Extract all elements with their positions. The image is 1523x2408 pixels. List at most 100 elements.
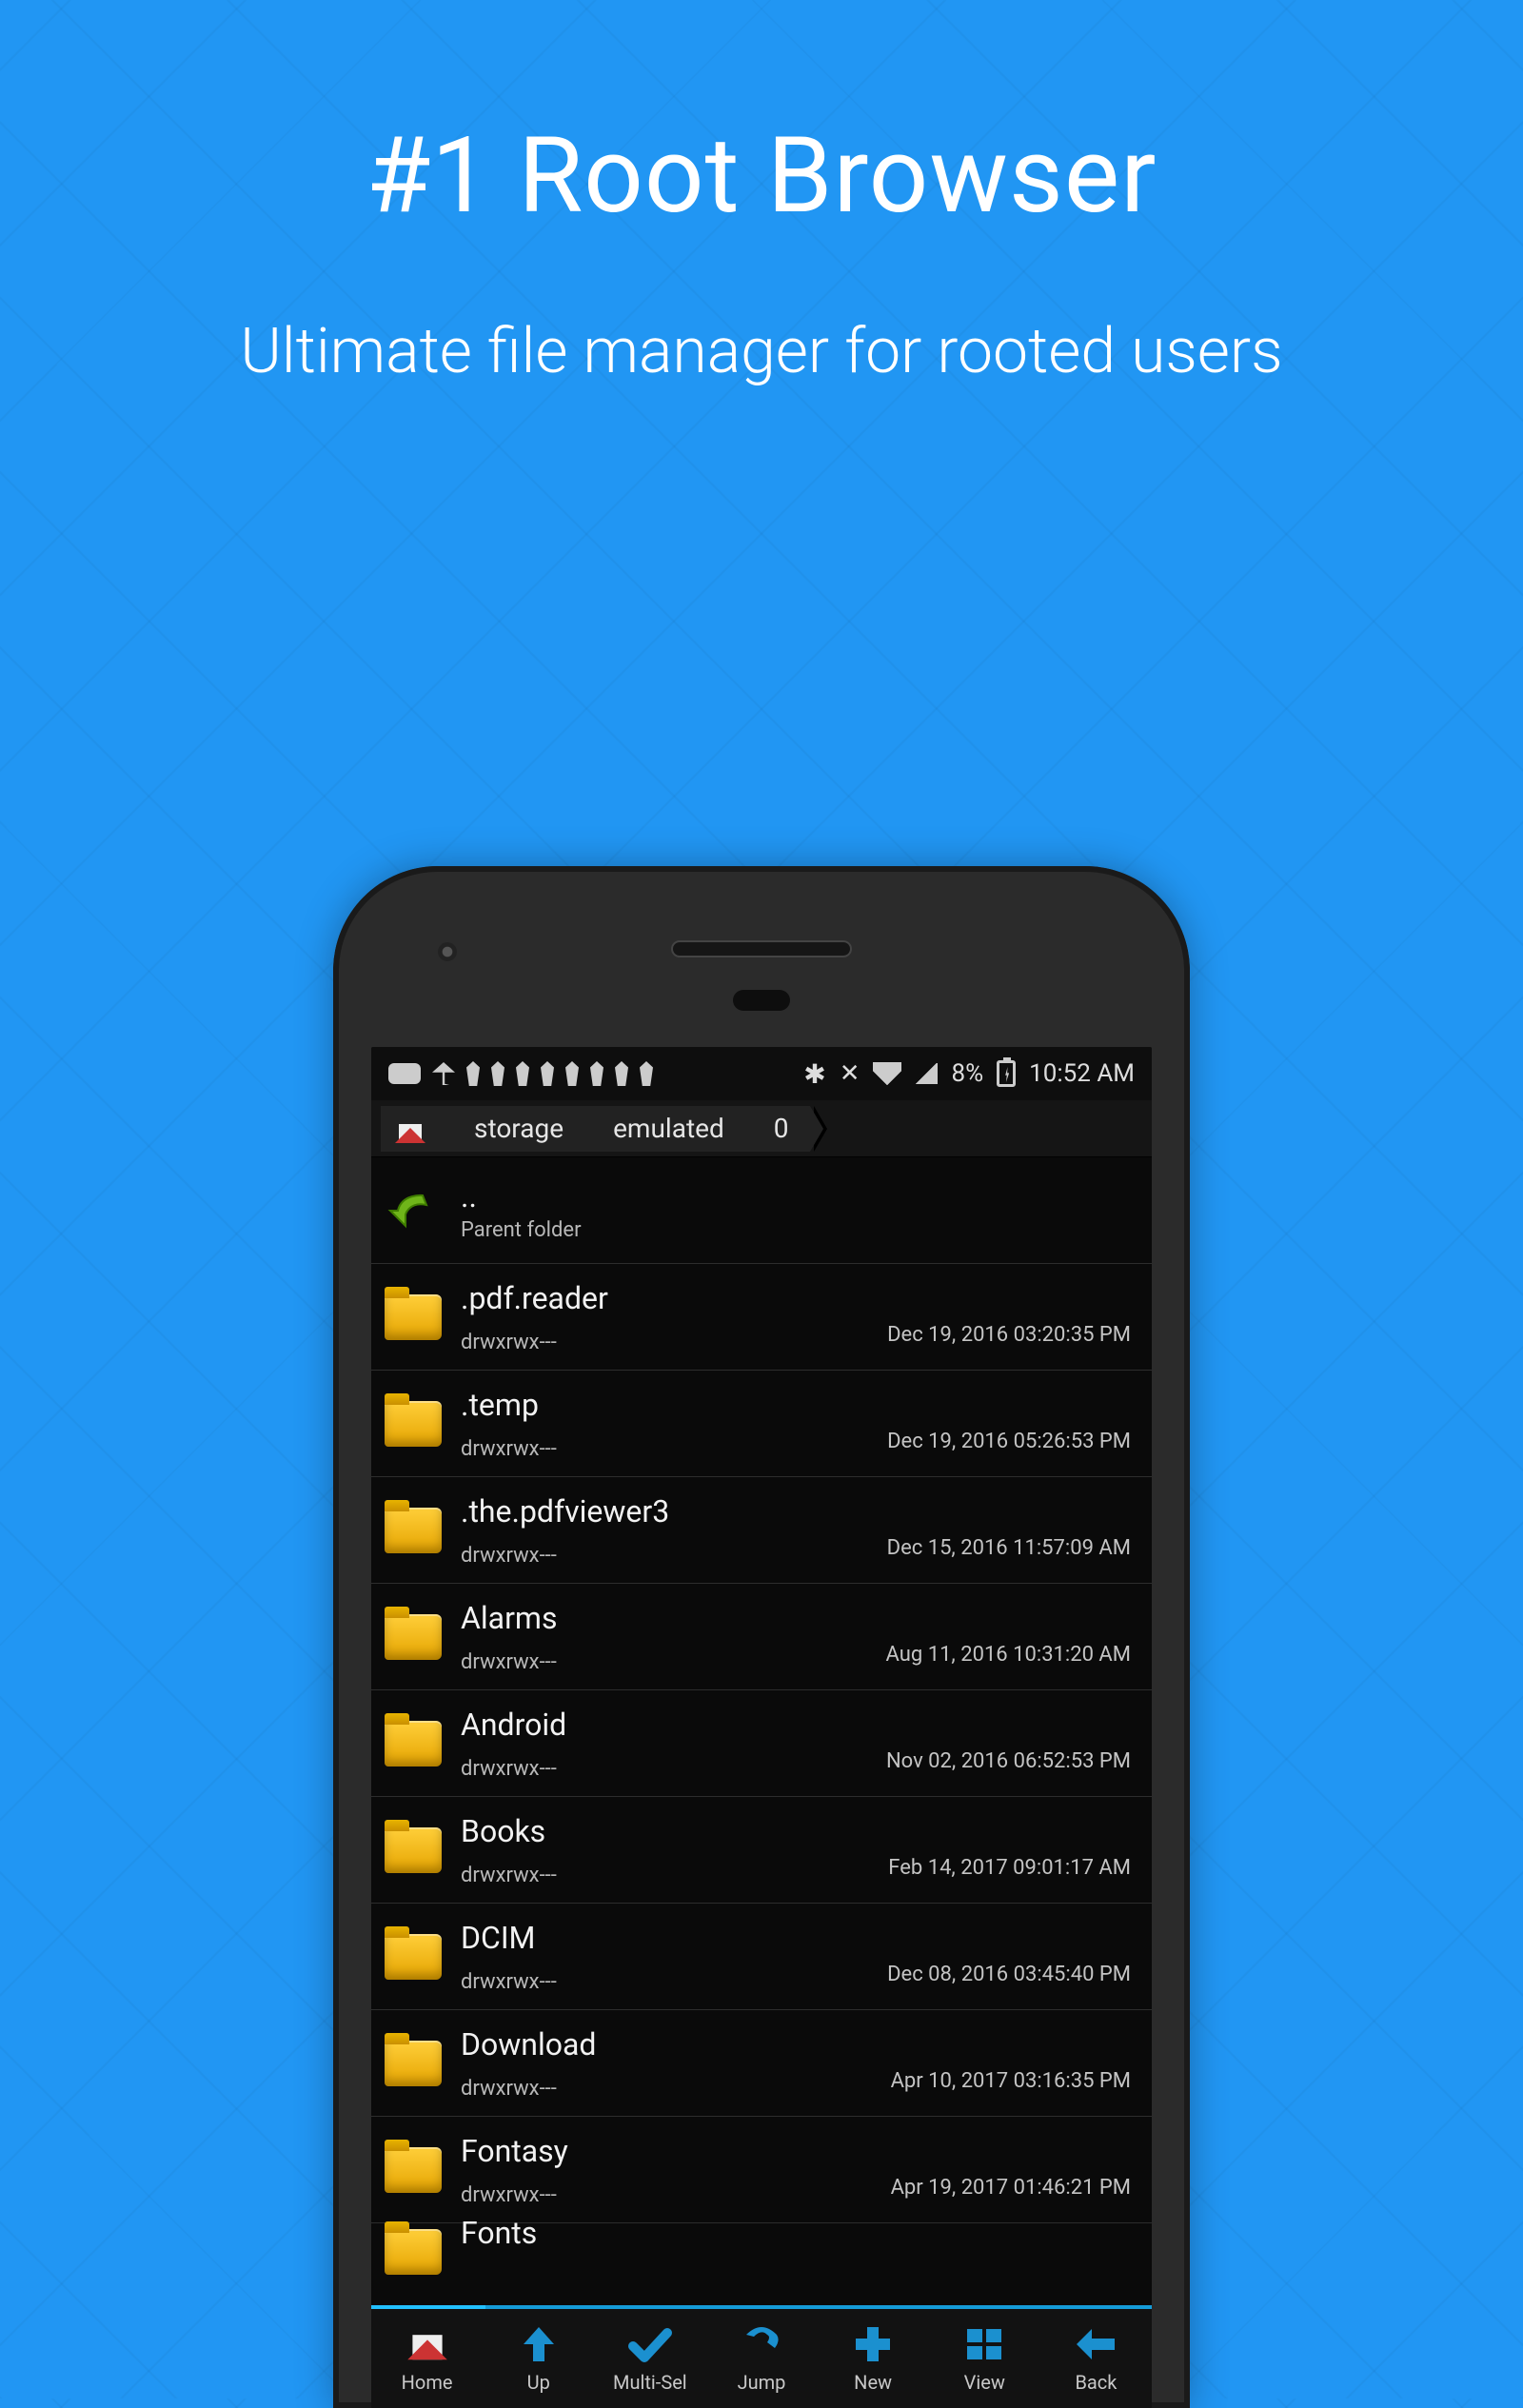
folder-date: Apr 19, 2017 01:46:21 PM (891, 2176, 1131, 2200)
folder-date: Feb 14, 2017 09:01:17 AM (888, 1856, 1131, 1880)
grid-icon (961, 2323, 1007, 2365)
toolbar-label: Multi-Sel (613, 2371, 687, 2394)
parent-folder-row[interactable]: .. Parent folder (371, 1157, 1152, 1264)
notification-app-icon (615, 1061, 628, 1086)
bluetooth-icon: ✱ (803, 1058, 825, 1090)
bottom-toolbar: Home Up Multi-Sel Jump New View (371, 2305, 1152, 2408)
folder-row[interactable]: .temp drwxrwx--- Dec 19, 2016 05:26:53 P… (371, 1371, 1152, 1477)
folder-icon (385, 1827, 442, 1873)
wifi-icon (873, 1062, 901, 1085)
folder-permissions: drwxrwx--- (461, 1331, 557, 1354)
notification-app-icon (491, 1061, 504, 1086)
toolbar-up-button[interactable]: Up (483, 2309, 594, 2408)
notification-app-icon (466, 1061, 480, 1086)
breadcrumb: storage emulated 0 (371, 1100, 1152, 1157)
plus-icon (850, 2323, 896, 2365)
toolbar-back-button[interactable]: Back (1040, 2309, 1152, 2408)
folder-name: Android (461, 1707, 1131, 1743)
toolbar-label: Jump (738, 2371, 786, 2394)
arrow-up-icon (516, 2323, 562, 2365)
notification-app-icon (590, 1061, 603, 1086)
folder-row[interactable]: Fontasy drwxrwx--- Apr 19, 2017 01:46:21… (371, 2117, 1152, 2223)
folder-icon (385, 2041, 442, 2086)
home-icon (396, 1116, 425, 1143)
folder-name: Alarms (461, 1600, 1131, 1636)
folder-icon (385, 1508, 442, 1553)
notification-app-icon (541, 1061, 554, 1086)
folder-row[interactable]: Alarms drwxrwx--- Aug 11, 2016 10:31:20 … (371, 1584, 1152, 1690)
folder-permissions: drwxrwx--- (461, 2183, 557, 2207)
file-list[interactable]: .. Parent folder .pdf.reader drwxrwx--- … (371, 1157, 1152, 2307)
notification-app-icon (565, 1061, 579, 1086)
battery-charging-icon (997, 1060, 1016, 1087)
folder-permissions: drwxrwx--- (461, 1970, 557, 1994)
notification-app-icon (516, 1061, 529, 1086)
toolbar-home-button[interactable]: Home (371, 2309, 483, 2408)
folder-icon (385, 1614, 442, 1660)
toolbar-label: Home (402, 2371, 453, 2394)
folder-name: .pdf.reader (461, 1280, 1131, 1316)
toolbar-multisel-button[interactable]: Multi-Sel (594, 2309, 705, 2408)
folder-permissions: drwxrwx--- (461, 1544, 557, 1568)
folder-name: Books (461, 1813, 1131, 1849)
battery-percent: 8% (951, 1059, 983, 1088)
folder-name: .the.pdfviewer3 (461, 1493, 1131, 1530)
phone-sensor (733, 990, 790, 1011)
notification-app-icon (640, 1061, 653, 1086)
home-icon (405, 2323, 450, 2365)
toolbar-label: Back (1075, 2371, 1117, 2394)
folder-icon (385, 1294, 442, 1340)
folder-name: Download (461, 2026, 1131, 2063)
toolbar-label: Up (527, 2371, 550, 2394)
phone-speaker (671, 940, 852, 957)
breadcrumb-segment[interactable]: storage (445, 1106, 584, 1152)
folder-permissions: drwxrwx--- (461, 1864, 557, 1887)
toolbar-label: New (854, 2371, 892, 2394)
folder-row[interactable]: Books drwxrwx--- Feb 14, 2017 09:01:17 A… (371, 1797, 1152, 1904)
toolbar-indicator (371, 2305, 485, 2309)
folder-date: Apr 10, 2017 03:16:35 PM (891, 2069, 1131, 2093)
folder-name: DCIM (461, 1920, 1131, 1956)
folder-permissions: drwxrwx--- (461, 1437, 557, 1461)
folder-icon (385, 1401, 442, 1447)
toolbar-label: View (964, 2371, 1005, 2394)
breadcrumb-segment[interactable]: emulated (584, 1106, 745, 1152)
folder-date: Dec 08, 2016 03:45:40 PM (887, 1963, 1131, 1986)
notification-message-icon (388, 1063, 421, 1084)
folder-row[interactable]: Fonts (371, 2223, 1152, 2280)
folder-row[interactable]: .pdf.reader drwxrwx--- Dec 19, 2016 03:2… (371, 1264, 1152, 1371)
notification-umbrella-icon (432, 1062, 455, 1085)
folder-date: Nov 02, 2016 06:52:53 PM (886, 1749, 1131, 1773)
folder-row[interactable]: Android drwxrwx--- Nov 02, 2016 06:52:53… (371, 1690, 1152, 1797)
jump-icon (739, 2323, 784, 2365)
toolbar-view-button[interactable]: View (929, 2309, 1040, 2408)
breadcrumb-home[interactable] (381, 1106, 445, 1152)
folder-row[interactable]: DCIM drwxrwx--- Dec 08, 2016 03:45:40 PM (371, 1904, 1152, 2010)
folder-date: Dec 15, 2016 11:57:09 AM (887, 1536, 1131, 1560)
folder-date: Aug 11, 2016 10:31:20 AM (886, 1643, 1131, 1667)
folder-row[interactable]: .the.pdfviewer3 drwxrwx--- Dec 15, 2016 … (371, 1477, 1152, 1584)
folder-date: Dec 19, 2016 03:20:35 PM (887, 1323, 1131, 1347)
folder-icon (385, 1721, 442, 1767)
promo-headline: #1 Root Browser (0, 114, 1523, 237)
folder-permissions: drwxrwx--- (461, 2077, 557, 2101)
folder-row[interactable]: Download drwxrwx--- Apr 10, 2017 03:16:3… (371, 2010, 1152, 2117)
folder-name: .temp (461, 1387, 1131, 1423)
folder-permissions: drwxrwx--- (461, 1757, 557, 1781)
check-icon (627, 2323, 673, 2365)
arrow-left-icon (1073, 2323, 1118, 2365)
toolbar-new-button[interactable]: New (818, 2309, 929, 2408)
device-screen: ✱ ✕ 8% 10:52 AM storage emulated 0 (371, 1047, 1152, 2408)
parent-folder-label: .. (461, 1178, 1131, 1214)
folder-icon (385, 2147, 442, 2193)
folder-icon (385, 2229, 442, 2275)
cell-signal-icon (915, 1063, 938, 1084)
parent-folder-icon (385, 1188, 442, 1234)
mute-icon: ✕ (840, 1059, 860, 1088)
toolbar-jump-button[interactable]: Jump (705, 2309, 817, 2408)
folder-date: Dec 19, 2016 05:26:53 PM (887, 1430, 1131, 1453)
status-clock: 10:52 AM (1029, 1059, 1135, 1088)
promo-subline: Ultimate file manager for rooted users (0, 313, 1523, 392)
folder-name: Fonts (461, 2215, 1131, 2251)
phone-mockup: ✱ ✕ 8% 10:52 AM storage emulated 0 (333, 866, 1190, 2408)
